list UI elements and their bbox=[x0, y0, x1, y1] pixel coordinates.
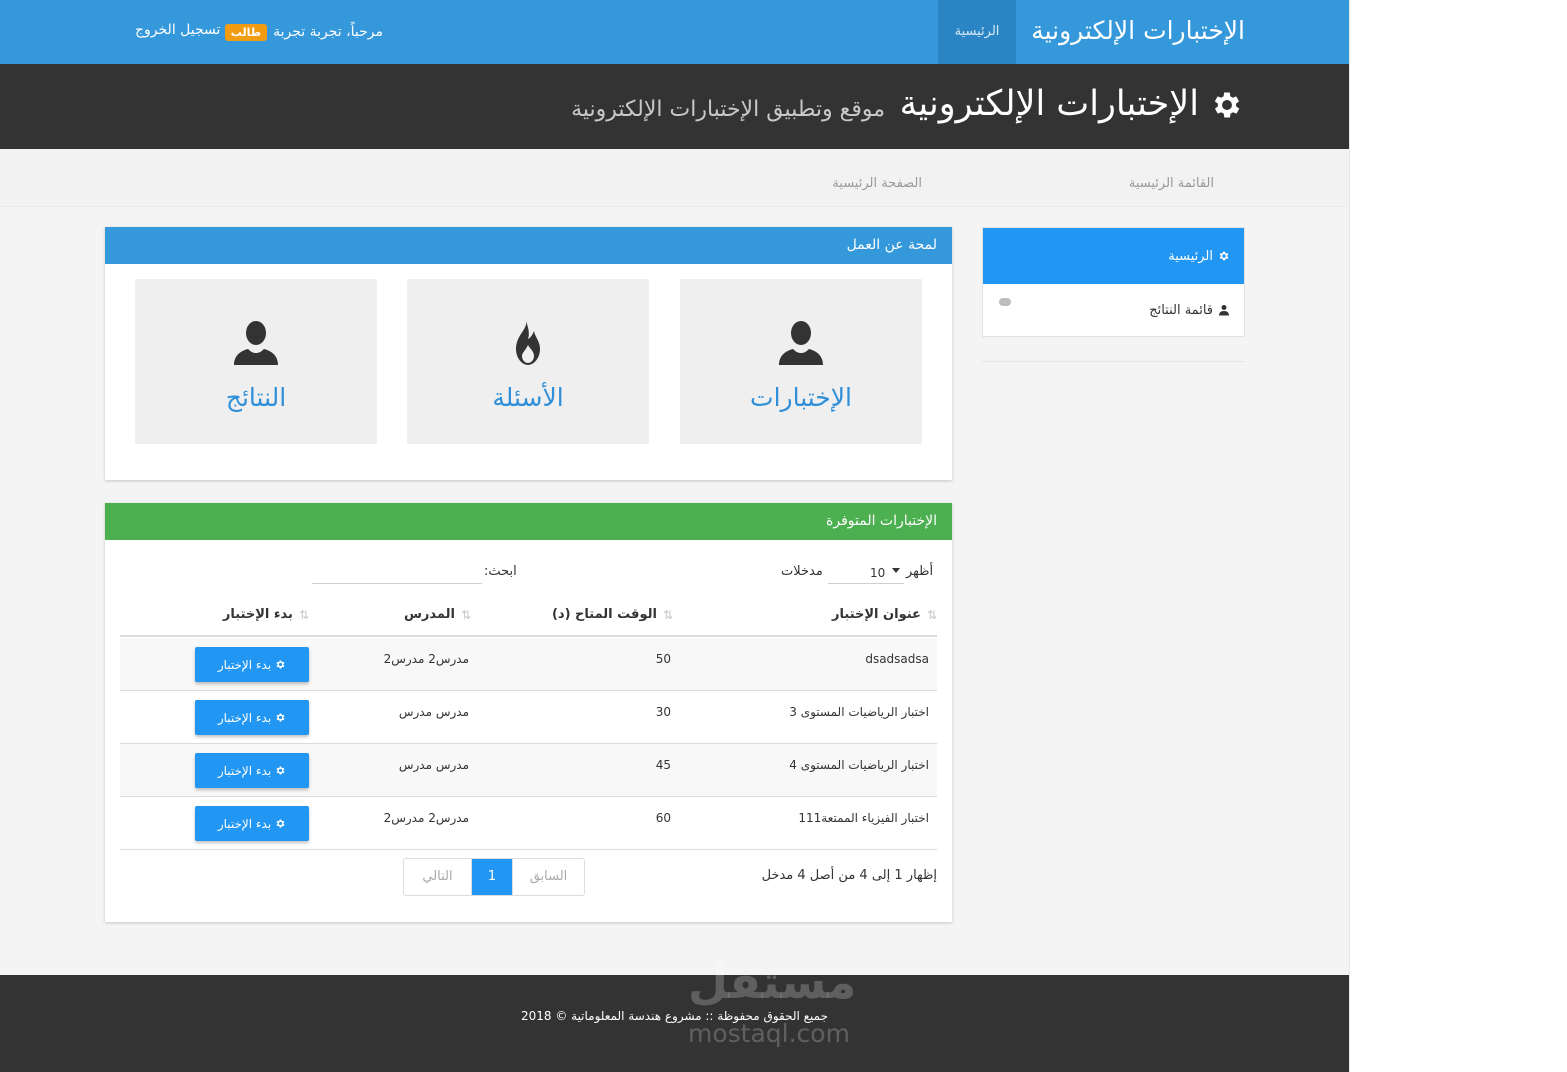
column-header-label: عنوان الإختبار bbox=[832, 607, 921, 622]
user-icon bbox=[234, 321, 278, 365]
table-info: إظهار 1 إلى 4 من أصل 4 مدخل bbox=[761, 868, 937, 883]
cell-title: اختبار الفيزياء الممتعة111 bbox=[798, 811, 929, 825]
page-size-select[interactable]: 10 bbox=[828, 560, 904, 584]
cell-time: 60 bbox=[655, 811, 671, 825]
tile-questions[interactable]: الأسئلة bbox=[407, 279, 649, 444]
cell-title: dsadsadsa bbox=[865, 652, 929, 666]
footer-copyright: جميع الحقوق محفوظة :: مشروع هندسة المعلو… bbox=[520, 1009, 829, 1023]
overview-panel: لمحة عن العمل الإختبارات الأسئلة النتائج bbox=[105, 227, 952, 480]
nav-home-link[interactable]: الرئيسية bbox=[938, 0, 1016, 64]
search-input[interactable] bbox=[312, 562, 482, 584]
button-label: بدء الإختبار bbox=[217, 657, 272, 672]
start-exam-button[interactable]: بدء الإختبار bbox=[195, 806, 309, 841]
column-header-label: الوقت المتاح (د) bbox=[551, 607, 657, 622]
watermark-logo: مستقل bbox=[688, 955, 857, 1009]
tile-results[interactable]: النتائج bbox=[135, 279, 377, 444]
main-menu-heading: القائمة الرئيسية bbox=[1128, 176, 1214, 191]
table-row: اختبار الرياضيات المستوى 4 45 مدرس مدرس … bbox=[120, 744, 937, 797]
sort-icon: ⇅ bbox=[926, 607, 937, 622]
button-label: بدء الإختبار bbox=[217, 816, 272, 831]
button-label: بدء الإختبار bbox=[217, 763, 272, 778]
pagination: التالي 1 السابق bbox=[403, 858, 585, 896]
table-header-divider bbox=[120, 635, 937, 637]
page-subtitle: موقع وتطبيق الإختبارات الإلكترونية bbox=[571, 97, 885, 122]
cell-title: اختبار الرياضيات المستوى 4 bbox=[789, 758, 929, 772]
logout-link[interactable]: تسجيل الخروج bbox=[135, 22, 220, 38]
page: الإختبارات الإلكترونية الرئيسية مرحباً، … bbox=[0, 0, 1349, 1072]
pagination-next[interactable]: التالي bbox=[404, 859, 472, 895]
gear-icon bbox=[276, 766, 285, 775]
gear-icon bbox=[276, 660, 285, 669]
sort-icon: ⇅ bbox=[662, 607, 673, 622]
toggle-indicator bbox=[999, 298, 1011, 306]
page-title: الإختبارات الإلكترونية bbox=[899, 84, 1199, 124]
welcome-text: مرحباً، تجربة تجربة طالب bbox=[224, 22, 383, 42]
table-row: اختبار الفيزياء الممتعة111 60 مدرس2 مدرس… bbox=[120, 797, 937, 850]
pagination-page-1[interactable]: 1 bbox=[472, 859, 512, 895]
sidebar-item-label: الرئيسية bbox=[1168, 248, 1213, 264]
column-header-time[interactable]: ⇅ الوقت المتاح (د) bbox=[552, 607, 673, 622]
cell-teacher: مدرس2 مدرس2 bbox=[383, 811, 469, 825]
column-header-label: بدء الإختبار bbox=[222, 607, 293, 622]
start-exam-button[interactable]: بدء الإختبار bbox=[195, 700, 309, 735]
table-row: dsadsadsa 50 مدرس2 مدرس2 بدء الإختبار bbox=[120, 638, 937, 691]
start-exam-button[interactable]: بدء الإختبار bbox=[195, 647, 309, 682]
cell-teacher: مدرس2 مدرس2 bbox=[383, 652, 469, 666]
sidebar-divider bbox=[982, 361, 1245, 362]
column-header-title[interactable]: ⇅ عنوان الإختبار bbox=[832, 607, 937, 622]
start-exam-button[interactable]: بدء الإختبار bbox=[195, 753, 309, 788]
welcome-user: مرحباً، تجربة تجربة bbox=[273, 24, 383, 40]
tile-questions-label: الأسئلة bbox=[492, 383, 564, 412]
sort-icon: ⇅ bbox=[298, 607, 309, 622]
footer bbox=[0, 975, 1349, 1072]
overview-panel-title: لمحة عن العمل bbox=[105, 227, 952, 264]
user-icon bbox=[1219, 305, 1229, 316]
button-label: بدء الإختبار bbox=[217, 710, 272, 725]
sort-icon: ⇅ bbox=[460, 607, 471, 622]
gear-icon bbox=[1214, 92, 1240, 118]
cell-time: 45 bbox=[655, 758, 671, 772]
sidebar-item-results[interactable]: قائمة النتائج bbox=[983, 284, 1244, 336]
entries-label: مدخلات bbox=[781, 564, 823, 579]
sidebar-item-label: قائمة النتائج bbox=[1149, 302, 1213, 318]
role-badge: طالب bbox=[224, 23, 268, 41]
cell-time: 30 bbox=[655, 705, 671, 719]
column-header-action[interactable]: ⇅ بدء الإختبار bbox=[223, 607, 309, 622]
cell-time: 50 bbox=[655, 652, 671, 666]
cell-teacher: مدرس مدرس bbox=[398, 758, 469, 772]
tile-exams-label: الإختبارات bbox=[750, 383, 852, 412]
user-icon bbox=[779, 321, 823, 365]
table-row: اختبار الرياضيات المستوى 3 30 مدرس مدرس … bbox=[120, 691, 937, 744]
pagination-prev[interactable]: السابق bbox=[512, 859, 584, 895]
cell-teacher: مدرس مدرس bbox=[398, 705, 469, 719]
tile-results-label: النتائج bbox=[225, 383, 287, 412]
gear-icon bbox=[276, 713, 285, 722]
sidebar-item-home[interactable]: الرئيسية bbox=[983, 228, 1244, 284]
watermark-url: mostaql.com bbox=[688, 1019, 850, 1048]
gear-icon bbox=[276, 819, 285, 828]
tile-exams[interactable]: الإختبارات bbox=[680, 279, 922, 444]
column-header-label: المدرس bbox=[403, 607, 455, 622]
available-exams-title: الإختبارات المتوفرة bbox=[105, 503, 952, 540]
search-label: ابحث: bbox=[484, 564, 517, 579]
fire-icon bbox=[516, 321, 540, 365]
breadcrumb-home[interactable]: الصفحة الرئيسية bbox=[832, 176, 922, 191]
top-navbar: الإختبارات الإلكترونية الرئيسية مرحباً، … bbox=[0, 0, 1349, 64]
gear-icon bbox=[1219, 251, 1229, 261]
show-label: أظهر bbox=[906, 564, 934, 579]
column-header-teacher[interactable]: ⇅ المدرس bbox=[404, 607, 471, 622]
cell-title: اختبار الرياضيات المستوى 3 bbox=[789, 705, 929, 719]
scrollbar-track[interactable] bbox=[1349, 0, 1367, 1072]
navbar-brand[interactable]: الإختبارات الإلكترونية bbox=[1031, 0, 1245, 64]
sidebar-menu: الرئيسية قائمة النتائج bbox=[982, 227, 1245, 337]
